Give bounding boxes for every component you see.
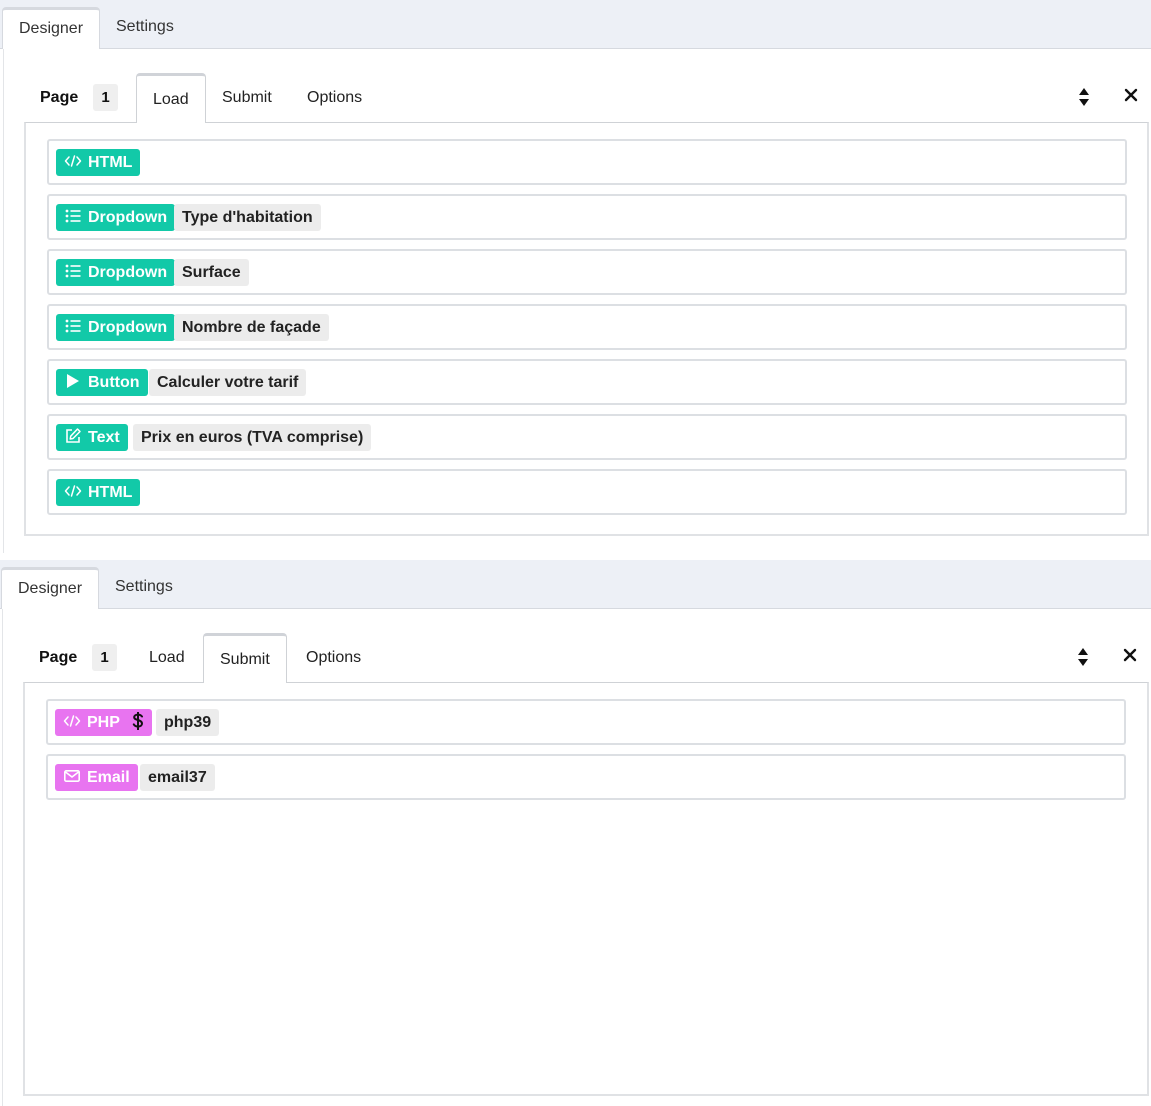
code-icon: [64, 485, 82, 498]
list-icon: [65, 319, 81, 333]
list-icon: [65, 209, 81, 223]
field-type-text: HTML: [88, 484, 133, 501]
edit-icon: [66, 428, 81, 444]
field-type-chip: Dropdown: [56, 204, 176, 231]
field-list: HTML Dropdown Type d'habitation Dropdown…: [24, 122, 1149, 536]
code-icon: [63, 715, 81, 728]
dollar-icon: [132, 712, 144, 731]
field-type-text: Button: [88, 374, 140, 391]
action-type-chip: Email: [55, 764, 138, 791]
field-item-dropdown[interactable]: Dropdown Nombre de façade: [47, 304, 1127, 350]
page-label: Page: [39, 649, 78, 666]
subtab-options[interactable]: Options: [306, 649, 361, 667]
form-designer-panel-load: Designer Settings Page 1 Load Submit Opt…: [0, 0, 1151, 553]
page-toolbar: Page 1 Load Submit Options: [24, 73, 1151, 123]
action-type-chip: PHP: [55, 709, 153, 736]
tab-designer[interactable]: Designer: [2, 7, 101, 49]
subtab-submit[interactable]: Submit: [203, 633, 287, 683]
action-type-text: PHP: [87, 714, 120, 731]
close-icon[interactable]: [1124, 88, 1138, 102]
page-number-badge[interactable]: 1: [93, 84, 118, 111]
field-type-chip: Dropdown: [56, 314, 176, 341]
subtab-submit[interactable]: Submit: [222, 89, 272, 107]
top-tab-bar: Designer Settings: [0, 0, 1151, 49]
field-list: PHP php39 Email email37: [23, 682, 1149, 1096]
field-label: Surface: [174, 259, 249, 286]
designer-body: Page 1 Load Submit Options PHP php39 Ema…: [2, 609, 1151, 1106]
field-type-text: HTML: [88, 154, 133, 171]
action-item-email[interactable]: Email email37: [46, 754, 1126, 800]
field-type-chip: Button: [56, 369, 148, 396]
subtab-options[interactable]: Options: [307, 89, 362, 107]
top-tab-bar: Designer Settings: [0, 560, 1151, 609]
tab-settings[interactable]: Settings: [115, 572, 173, 602]
mail-icon: [63, 770, 80, 783]
list-icon: [65, 264, 81, 278]
field-item-html[interactable]: HTML: [47, 139, 1127, 185]
field-type-text: Dropdown: [88, 319, 168, 336]
sort-icon[interactable]: [1077, 647, 1089, 667]
field-label: Calculer votre tarif: [149, 369, 307, 396]
field-item-html[interactable]: HTML: [47, 469, 1127, 515]
close-icon[interactable]: [1123, 648, 1137, 662]
field-label: Type d'habitation: [174, 204, 321, 231]
field-type-chip: HTML: [56, 479, 141, 506]
field-label: Prix en euros (TVA comprise): [133, 424, 372, 451]
field-item-text[interactable]: Text Prix en euros (TVA comprise): [47, 414, 1127, 460]
field-item-button[interactable]: Button Calculer votre tarif: [47, 359, 1127, 405]
page-label: Page: [40, 89, 79, 106]
field-type-text: Dropdown: [88, 209, 168, 226]
field-type-text: Dropdown: [88, 264, 168, 281]
code-icon: [64, 155, 82, 168]
field-item-dropdown[interactable]: Dropdown Surface: [47, 249, 1127, 295]
action-type-text: Email: [87, 769, 130, 786]
play-icon: [67, 374, 79, 389]
subtab-load[interactable]: Load: [136, 73, 206, 123]
field-type-chip: HTML: [56, 149, 141, 176]
page-toolbar: Page 1 Load Submit Options: [23, 633, 1151, 683]
action-label: php39: [156, 709, 220, 736]
field-label: Nombre de façade: [174, 314, 329, 341]
field-type-text: Text: [88, 429, 120, 446]
tab-settings[interactable]: Settings: [116, 12, 174, 42]
designer-body: Page 1 Load Submit Options HTML Dropdown…: [3, 49, 1151, 553]
field-type-chip: Dropdown: [56, 259, 176, 286]
tab-designer[interactable]: Designer: [1, 567, 100, 609]
field-type-chip: Text: [56, 424, 128, 451]
field-item-dropdown[interactable]: Dropdown Type d'habitation: [47, 194, 1127, 240]
form-designer-panel-submit: Designer Settings Page 1 Load Submit Opt…: [0, 560, 1151, 1106]
page-number-badge[interactable]: 1: [92, 644, 117, 671]
action-label: email37: [140, 764, 215, 791]
subtab-load[interactable]: Load: [149, 649, 185, 667]
sort-icon[interactable]: [1078, 87, 1090, 107]
action-item-php[interactable]: PHP php39: [46, 699, 1126, 745]
